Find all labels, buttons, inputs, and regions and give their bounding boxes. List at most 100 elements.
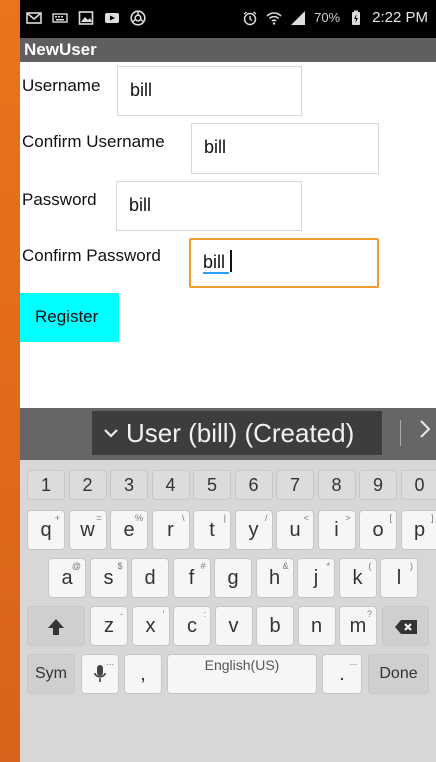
key-w[interactable]: w = [68, 510, 107, 550]
key-g[interactable]: g [214, 558, 252, 598]
keyboard-icon [52, 13, 68, 23]
key-y[interactable]: y / [234, 510, 273, 550]
shift-key[interactable] [27, 606, 85, 646]
confirm-username-value: bill [204, 137, 227, 157]
key-3-label: 3 [123, 475, 134, 495]
key-f-hint: # [200, 561, 206, 571]
key-a-hint: @ [71, 561, 81, 571]
key-o[interactable]: o[ [359, 510, 397, 550]
key-t[interactable]: t | [193, 510, 231, 550]
key-v[interactable]: v [214, 606, 253, 646]
register-button[interactable]: Register [20, 293, 119, 342]
shift-icon [48, 619, 64, 635]
status-bar: 70% 2:22 PM [20, 0, 436, 38]
key-a[interactable]: a @ [48, 558, 86, 598]
space-key-label: English(US) [204, 657, 280, 673]
key-i[interactable]: i > [317, 510, 356, 550]
key-u-hint: < [303, 513, 309, 523]
key-x-label: x [145, 615, 156, 637]
key-b-label: b [269, 615, 281, 637]
notification-icons [26, 10, 146, 26]
app-title-bar: NewUser [20, 38, 436, 62]
key-n[interactable]: n [297, 606, 336, 646]
key-r[interactable]: r \ [151, 510, 190, 550]
key-x-hint: ' [162, 609, 165, 619]
period-key[interactable]: .... [322, 654, 362, 694]
key-l-hint: ) [410, 561, 413, 571]
suggestion-bar: User (bill) (Created) [20, 408, 436, 460]
key-s-label: s [103, 567, 114, 589]
key-d-label: d [144, 567, 156, 589]
mic-key[interactable]: ... [81, 654, 119, 694]
key-9-label: 9 [372, 475, 383, 495]
key-u-label: u [289, 519, 301, 541]
key-y-hint: / [264, 513, 268, 523]
app-title: NewUser [24, 40, 97, 59]
key-r-label: r [167, 519, 174, 541]
key-m[interactable]: m? [339, 606, 377, 646]
chevron-right-icon[interactable] [418, 418, 432, 440]
comma-key[interactable]: , [124, 654, 162, 694]
key-x[interactable]: x ' [131, 606, 170, 646]
key-7[interactable]: 7 [276, 470, 314, 500]
key-f[interactable]: f # [172, 558, 211, 598]
key-p-label: p [413, 519, 426, 541]
key-j[interactable]: j * [297, 558, 335, 598]
key-d[interactable]: d [131, 558, 169, 598]
key-0-label: 0 [414, 475, 425, 495]
key-e[interactable]: e% [110, 510, 148, 550]
backspace-key[interactable] [382, 606, 429, 646]
confirm-username-label: Confirm Username [22, 132, 165, 151]
key-z[interactable]: z- [90, 606, 128, 646]
confirm-username-field[interactable]: bill [191, 123, 379, 174]
sym-key[interactable]: Sym [27, 654, 75, 694]
key-h[interactable]: h & [255, 558, 294, 598]
key-k[interactable]: k( [338, 558, 377, 598]
key-p[interactable]: p] [400, 510, 436, 550]
key-g-label: g [227, 567, 239, 589]
key-2[interactable]: 2 [68, 470, 107, 500]
chrome-icon [130, 10, 146, 26]
text-cursor [230, 250, 232, 272]
password-field[interactable]: bill [116, 181, 302, 231]
key-j-label: j [313, 567, 319, 589]
key-9[interactable]: 9 [359, 470, 397, 500]
key-1-label: 1 [40, 475, 51, 495]
key-0[interactable]: 0 [400, 470, 436, 500]
key-o-hint: [ [389, 513, 392, 523]
key-p-hint: ] [430, 513, 434, 523]
key-n-label: n [310, 615, 323, 637]
username-label: Username [22, 76, 101, 95]
key-8[interactable]: 8 [317, 470, 356, 500]
done-key[interactable]: Done [368, 654, 429, 694]
username-value: bill [130, 80, 153, 100]
phone-screen: 70% 2:22 PM NewUser Username bill Confir… [20, 0, 436, 762]
autocorrect-underline [203, 272, 229, 274]
sym-key-label: Sym [35, 665, 67, 682]
suggestion-chip[interactable]: User (bill) (Created) [92, 411, 382, 455]
key-t-hint: | [223, 513, 226, 523]
register-button-label: Register [35, 307, 99, 326]
wifi-icon [266, 11, 282, 25]
key-5-label: 5 [206, 475, 217, 495]
space-key[interactable]: English(US) [167, 654, 317, 694]
key-4-label: 4 [165, 475, 176, 495]
confirm-password-label: Confirm Password [22, 246, 161, 265]
key-4[interactable]: 4 [151, 470, 190, 500]
key-s-hint: $ [117, 561, 123, 571]
key-l[interactable]: l) [380, 558, 418, 598]
key-q[interactable]: q + [27, 510, 65, 550]
key-s[interactable]: s $ [89, 558, 128, 598]
key-5[interactable]: 5 [193, 470, 231, 500]
key-b[interactable]: b [256, 606, 294, 646]
key-6[interactable]: 6 [234, 470, 273, 500]
username-field[interactable]: bill [117, 66, 302, 116]
key-u[interactable]: u < [276, 510, 314, 550]
key-1[interactable]: 1 [27, 470, 65, 500]
key-t-label: t [209, 519, 215, 541]
key-z-hint: - [120, 609, 123, 619]
key-3[interactable]: 3 [110, 470, 148, 500]
key-c[interactable]: c: [173, 606, 211, 646]
key-w-hint: = [96, 513, 102, 523]
confirm-password-field[interactable]: bill [189, 238, 379, 288]
